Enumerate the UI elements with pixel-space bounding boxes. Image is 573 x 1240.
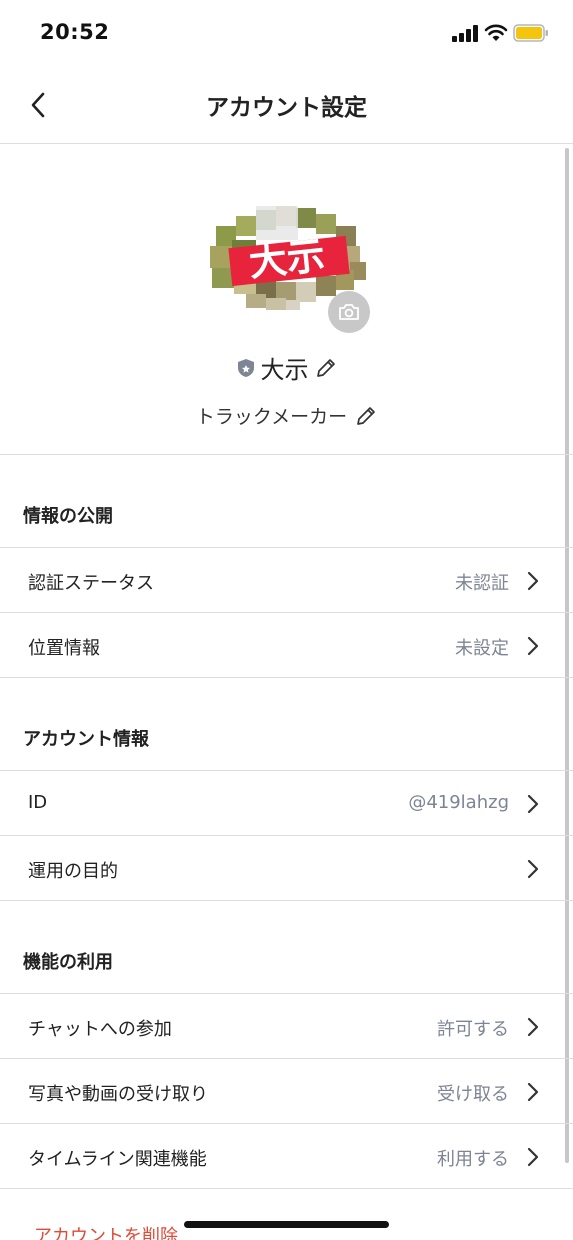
row-chat-participation[interactable]: チャットへの参加 許可する <box>0 994 573 1059</box>
section-header-disclosure: 情報の公開 <box>0 455 573 548</box>
chevron-right-icon <box>527 1147 539 1167</box>
section-title: 情報の公開 <box>23 506 113 527</box>
row-label: チャットへの参加 <box>28 1019 172 1040</box>
section-title: アカウント情報 <box>23 729 149 750</box>
name-row: 大示 <box>0 350 573 385</box>
chevron-right-icon <box>527 636 539 656</box>
row-timeline-features[interactable]: タイムライン関連機能 利用する <box>0 1124 573 1189</box>
status-message-row: トラックメーカー <box>0 402 573 429</box>
camera-icon <box>339 304 359 320</box>
status-time: 20:52 <box>40 20 110 44</box>
row-value: 未認証 <box>455 573 509 594</box>
page-title: アカウント設定 <box>206 95 367 121</box>
pencil-icon <box>316 358 335 377</box>
row-media-receive[interactable]: 写真や動画の受け取り 受け取る <box>0 1059 573 1124</box>
row-value: @419lahzg <box>408 792 509 813</box>
status-message: トラックメーカー <box>195 406 348 428</box>
cellular-signal-icon <box>452 24 480 42</box>
section-title: 機能の利用 <box>23 952 113 973</box>
row-label: タイムライン関連機能 <box>28 1149 207 1170</box>
row-label: 運用の目的 <box>28 861 118 882</box>
section-header-features: 機能の利用 <box>0 901 573 994</box>
chevron-right-icon <box>527 571 539 591</box>
chevron-right-icon <box>527 794 539 814</box>
profile-name: 大示 <box>260 356 309 384</box>
wifi-icon <box>484 24 508 41</box>
row-purpose[interactable]: 運用の目的 <box>0 836 573 901</box>
home-indicator <box>184 1221 389 1228</box>
row-value: 未設定 <box>455 638 509 659</box>
change-photo-button[interactable] <box>328 291 370 333</box>
row-label: ID <box>28 792 48 813</box>
profile-section: 大示 大示 トラックメーカー <box>0 144 573 455</box>
row-location[interactable]: 位置情報 未設定 <box>0 613 573 678</box>
delete-account-link[interactable]: アカウントを削除 <box>34 1222 178 1240</box>
status-bar: 20:52 <box>0 0 573 66</box>
chevron-right-icon <box>527 859 539 879</box>
row-id[interactable]: ID @419lahzg <box>0 771 573 836</box>
nav-bar: アカウント設定 <box>0 66 573 144</box>
edit-status-message-button[interactable] <box>355 405 377 427</box>
row-label: 認証ステータス <box>28 573 154 594</box>
row-label: 写真や動画の受け取り <box>28 1084 208 1105</box>
pencil-icon <box>357 406 375 425</box>
row-value: 利用する <box>437 1149 509 1170</box>
battery-icon <box>513 24 548 42</box>
svg-text:大示: 大示 <box>247 233 327 285</box>
shield-icon <box>237 358 254 377</box>
edit-name-button[interactable] <box>315 357 337 379</box>
section-header-account: アカウント情報 <box>0 678 573 771</box>
row-verification-status[interactable]: 認証ステータス 未認証 <box>0 548 573 613</box>
row-value: 許可する <box>437 1019 509 1040</box>
chevron-right-icon <box>527 1082 539 1102</box>
row-value: 受け取る <box>437 1084 509 1105</box>
row-label: 位置情報 <box>28 638 100 659</box>
chevron-right-icon <box>527 1017 539 1037</box>
